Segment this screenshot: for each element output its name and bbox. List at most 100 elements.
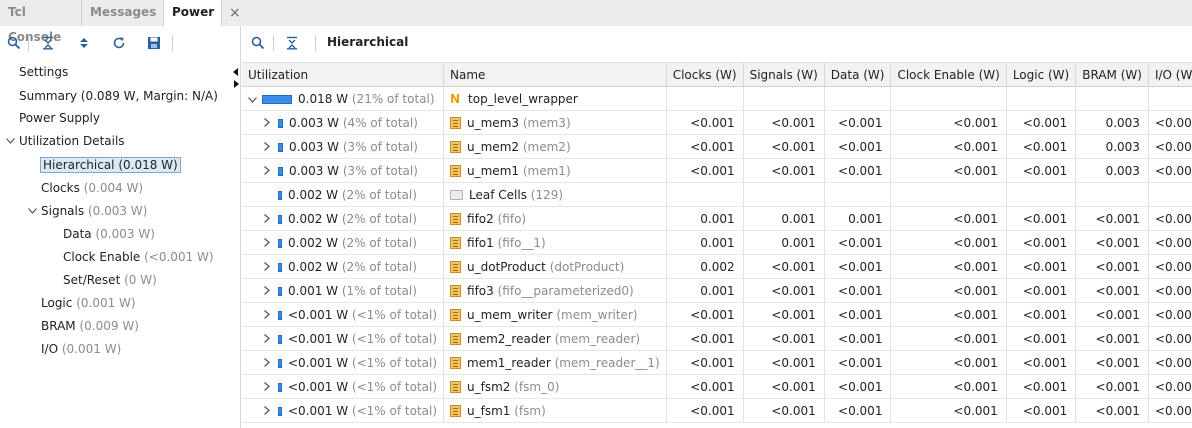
tree-utilization-details[interactable]: Utilization Details	[19, 131, 125, 151]
name-cell[interactable]: Ntop_level_wrapper	[443, 86, 667, 111]
table-row[interactable]: 0.002 W (2% of total) fifo2 (fifo) 0.001 0.…	[242, 206, 1192, 231]
chevron-down-icon[interactable]	[248, 92, 260, 106]
right-toolbar: Hierarchical	[242, 26, 1192, 60]
tree-power-supply-label: Power Supply	[19, 111, 100, 125]
tab-messages[interactable]: Messages	[82, 0, 164, 26]
tree-logic[interactable]: Logic (0.001 W)	[41, 293, 136, 313]
logic-cell: <0.001	[1006, 230, 1077, 255]
column-signals[interactable]: Signals (W)	[743, 62, 825, 87]
name-cell[interactable]: mem1_reader (mem_reader__1)	[443, 350, 667, 375]
tree-signals[interactable]: Signals (0.003 W)	[41, 201, 147, 221]
column-logic[interactable]: Logic (W)	[1006, 62, 1077, 87]
tree-clock-enable[interactable]: Clock Enable (<0.001 W)	[63, 247, 214, 267]
name-cell[interactable]: fifo1 (fifo__1)	[443, 230, 667, 255]
collapse-all-icon[interactable]	[283, 34, 301, 52]
table-row[interactable]: 0.001 W (1% of total) fifo3 (fifo__parame…	[242, 278, 1192, 303]
chevron-right-icon[interactable]	[264, 260, 276, 274]
chevron-right-icon[interactable]	[264, 164, 276, 178]
column-clocks[interactable]: Clocks (W)	[666, 62, 744, 87]
module-icon	[450, 380, 462, 393]
utilization-cell: <0.001 W (<1% of total)	[242, 398, 445, 423]
tree-logic-value: (0.001 W)	[76, 296, 136, 310]
refresh-icon[interactable]	[110, 34, 128, 52]
table-row[interactable]: 0.003 W (3% of total) u_mem1 (mem1) <0.001…	[242, 158, 1192, 183]
chevron-right-icon[interactable]	[264, 140, 276, 154]
chevron-right-icon[interactable]	[264, 356, 276, 370]
table-row[interactable]: <0.001 W (<1% of total) mem1_reader (mem_…	[242, 350, 1192, 375]
name-cell[interactable]: u_dotProduct (dotProduct)	[443, 254, 667, 279]
table-row[interactable]: 0.003 W (4% of total) u_mem3 (mem3) <0.001…	[242, 110, 1192, 135]
table-row[interactable]: <0.001 W (<1% of total) u_mem_writer (mem…	[242, 302, 1192, 327]
chevron-right-icon[interactable]	[264, 284, 276, 298]
name-cell[interactable]: u_mem2 (mem2)	[443, 134, 667, 159]
chevron-right-icon[interactable]	[264, 236, 276, 250]
tree-clocks[interactable]: Clocks (0.004 W)	[41, 178, 143, 198]
tree-settings[interactable]: Settings	[19, 62, 68, 82]
tab-tcl-console[interactable]: Tcl Console	[0, 0, 82, 44]
tree-power-supply[interactable]: Power Supply	[19, 108, 100, 128]
module-icon	[450, 260, 462, 273]
chevron-right-icon[interactable]	[264, 404, 276, 418]
column-data[interactable]: Data (W)	[824, 62, 892, 87]
close-tab-icon[interactable]: ×	[229, 0, 241, 26]
io-cell: <0.001	[1148, 230, 1192, 255]
power-navigation-panel: Settings Summary (0.089 W, Margin: N/A) …	[0, 26, 241, 428]
collapse-all-icon[interactable]	[39, 34, 57, 52]
name-cell[interactable]: u_mem3 (mem3)	[443, 110, 667, 135]
name-cell[interactable]: fifo3 (fifo__parameterized0)	[443, 278, 667, 303]
tab-power[interactable]: Power	[164, 0, 222, 26]
ce-cell	[890, 182, 1007, 207]
search-icon[interactable]	[249, 34, 267, 52]
ce-cell: <0.001	[890, 374, 1007, 399]
column-bram[interactable]: BRAM (W)	[1075, 62, 1149, 87]
name-cell[interactable]: u_fsm1 (fsm)	[443, 398, 667, 423]
tree-io[interactable]: I/O (0.001 W)	[41, 339, 121, 359]
name-cell[interactable]: u_mem1 (mem1)	[443, 158, 667, 183]
toolbar-separator	[273, 35, 274, 51]
ce-cell: <0.001	[890, 158, 1007, 183]
table-row[interactable]: 0.003 W (3% of total) u_mem2 (mem2) <0.001…	[242, 134, 1192, 159]
bram-cell: <0.001	[1075, 398, 1149, 423]
table-row[interactable]: 0.018 W (21% of total) Ntop_level_wrapper	[242, 86, 1192, 111]
table-row[interactable]: 0.002 W (2% of total) fifo1 (fifo__1) 0.00…	[242, 230, 1192, 255]
chevron-right-icon[interactable]	[264, 308, 276, 322]
data-cell	[824, 182, 892, 207]
chevron-right-icon[interactable]	[264, 212, 276, 226]
name-cell[interactable]: Leaf Cells (129)	[443, 182, 667, 207]
chevron-down-icon[interactable]	[28, 201, 38, 221]
chevron-right-icon[interactable]	[264, 332, 276, 346]
power-value: 0.003 W	[289, 115, 340, 130]
search-icon[interactable]	[5, 34, 23, 52]
bram-cell: <0.001	[1075, 326, 1149, 351]
tree-data-value: (0.003 W)	[95, 227, 155, 241]
table-row[interactable]: 0.002 W (2% of total) u_dotProduct (dotPr…	[242, 254, 1192, 279]
column-io[interactable]: I/O (W)	[1148, 62, 1192, 87]
tree-data[interactable]: Data (0.003 W)	[63, 224, 155, 244]
tree-bram[interactable]: BRAM (0.009 W)	[41, 316, 139, 336]
expand-all-icon[interactable]	[75, 34, 93, 52]
table-row[interactable]: 0.002 W (2% of total) Leaf Cells (129)	[242, 182, 1192, 207]
tree-summary[interactable]: Summary (0.089 W, Margin: N/A)	[19, 86, 218, 106]
save-icon[interactable]	[145, 34, 163, 52]
name-cell[interactable]: fifo2 (fifo)	[443, 206, 667, 231]
chevron-right-icon[interactable]	[264, 116, 276, 130]
column-clock-enable[interactable]: Clock Enable (W)	[890, 62, 1007, 87]
bram-cell	[1075, 86, 1149, 111]
column-name[interactable]: Name	[443, 62, 667, 87]
instance-name: u_mem_writer	[467, 307, 553, 322]
chevron-right-icon[interactable]	[264, 380, 276, 394]
column-utilization[interactable]: Utilization	[242, 62, 445, 87]
name-cell[interactable]: u_mem_writer (mem_writer)	[443, 302, 667, 327]
data-cell: <0.001	[824, 350, 892, 375]
table-row[interactable]: <0.001 W (<1% of total) u_fsm1 (fsm) <0.00…	[242, 398, 1192, 423]
tree-set-reset[interactable]: Set/Reset (0 W)	[63, 270, 157, 290]
name-cell[interactable]: u_fsm2 (fsm_0)	[443, 374, 667, 399]
tree-hierarchical[interactable]: Hierarchical (0.018 W)	[40, 155, 181, 175]
table-row[interactable]: <0.001 W (<1% of total) mem2_reader (mem_…	[242, 326, 1192, 351]
power-bar	[278, 358, 282, 368]
panel-collapse-arrows[interactable]	[232, 66, 240, 93]
table-row[interactable]: <0.001 W (<1% of total) u_fsm2 (fsm_0) <0.…	[242, 374, 1192, 399]
name-cell[interactable]: mem2_reader (mem_reader)	[443, 326, 667, 351]
clocks-cell: <0.001	[666, 374, 744, 399]
chevron-down-icon[interactable]	[6, 131, 16, 151]
